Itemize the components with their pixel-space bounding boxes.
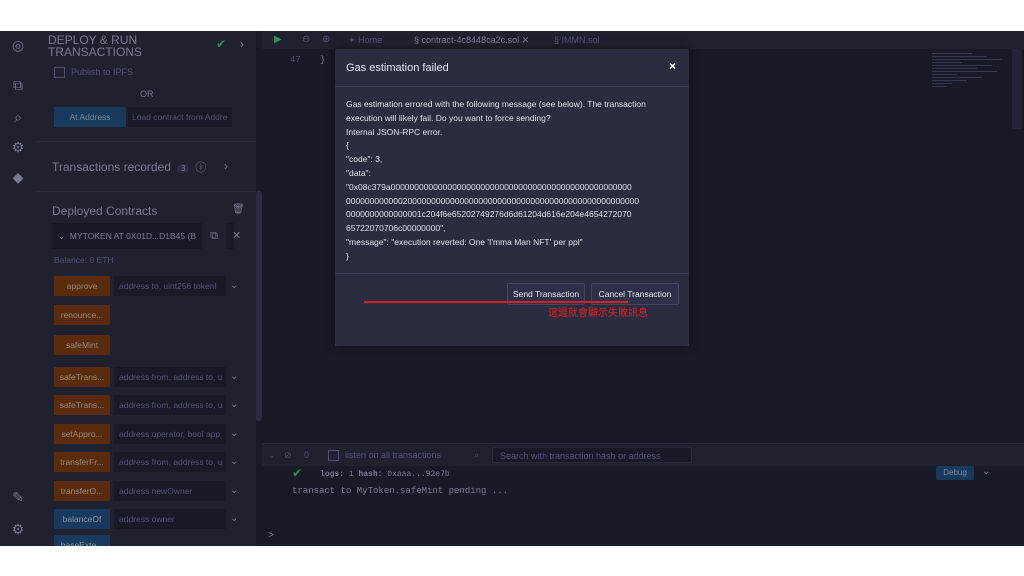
close-icon[interactable]: ×: [669, 59, 676, 73]
annotation-underline: [364, 301, 628, 303]
modal-title: Gas estimation failed: [346, 62, 449, 74]
message-line: execution will likely fail. Do you want …: [346, 112, 551, 123]
message-line: "code": 3,: [346, 154, 383, 165]
message-line: Gas estimation errored with the followin…: [346, 99, 646, 109]
message-line: 0000000000002000000000000000000000000000…: [346, 195, 640, 206]
message-line: "message": "execution reverted: One 'I'm…: [346, 236, 583, 247]
message-line: 65722070706c00000000",: [346, 223, 446, 234]
modal-footer-divider: [335, 273, 689, 274]
message-line: }: [346, 250, 349, 261]
message-line: Internal JSON-RPC error.: [346, 126, 443, 137]
message-line: 0000000000000001c204f6e65202749276d6d612…: [346, 209, 632, 220]
remix-ide-window: ◎ ⧉ ⌕ ⚙ ◆ ✎ ⚙ DEPLOY & RUN TRANSACTIONS …: [0, 31, 1024, 546]
modal-header: Gas estimation failed ×: [335, 49, 689, 87]
message-line: "data":: [346, 167, 371, 178]
modal-message: Gas estimation errored with the followin…: [346, 98, 682, 264]
message-line: {: [346, 140, 349, 151]
message-line: "0x08c379a000000000000000000000000000000…: [346, 181, 632, 192]
annotation-text: 這邊就會顯示失敗訊息: [548, 308, 648, 319]
